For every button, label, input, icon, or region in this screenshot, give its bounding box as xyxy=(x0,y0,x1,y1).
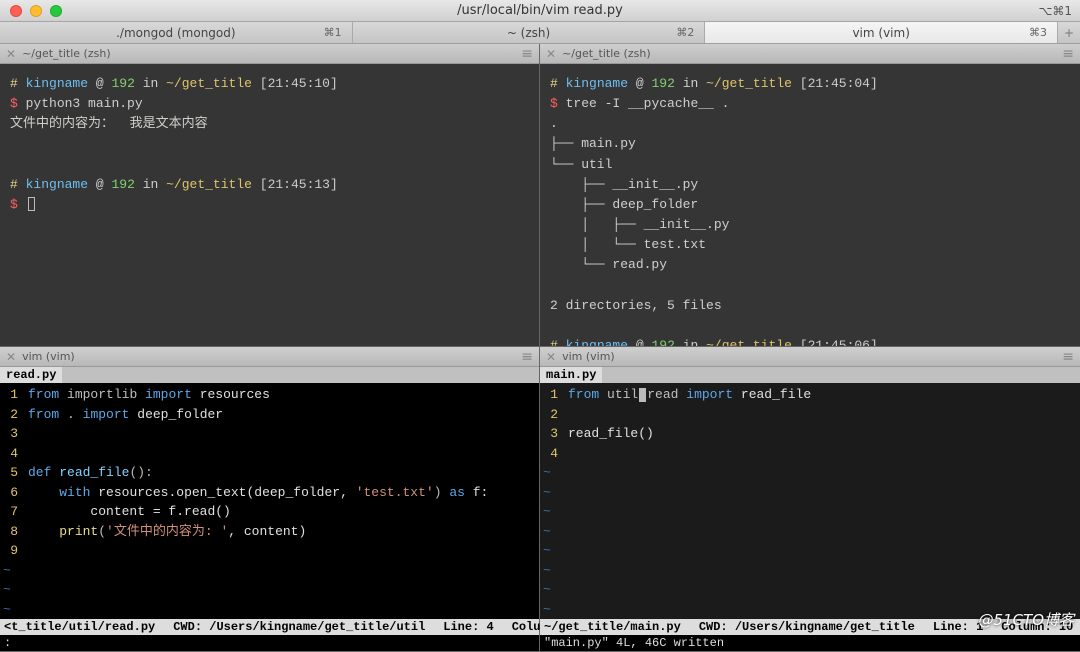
window-title: /usr/local/bin/vim read.py xyxy=(0,3,1080,18)
pane-tab-label[interactable]: ~/get_title (zsh) xyxy=(562,47,651,60)
close-window-button[interactable] xyxy=(10,5,22,17)
close-pane-icon[interactable]: ✕ xyxy=(6,351,16,363)
pane-menu-icon[interactable]: ≡ xyxy=(1062,46,1074,62)
pane-top-left: ✕ ~/get_title (zsh) ≡ # kingname @ 192 i… xyxy=(0,44,540,347)
traffic-lights xyxy=(0,5,62,17)
close-pane-icon[interactable]: ✕ xyxy=(546,48,556,60)
code-area[interactable]: 1from importlib import resources 2from .… xyxy=(0,383,539,619)
vim-tab-active[interactable]: read.py xyxy=(0,367,62,383)
pane-tab-label[interactable]: ~/get_title (zsh) xyxy=(22,47,111,60)
pane-bottom-right: ✕ vim (vim) ≡ main.py 1from utilread imp… xyxy=(540,347,1080,652)
pane-tab-label[interactable]: vim (vim) xyxy=(22,350,75,363)
titlebar-shortcut-badge: ⌥⌘1 xyxy=(1039,4,1072,18)
pane-menu-icon[interactable]: ≡ xyxy=(521,46,533,62)
app-tab-vim[interactable]: vim (vim) ⌘3 xyxy=(705,22,1058,43)
vim-editor[interactable]: read.py 1from importlib import resources… xyxy=(0,367,539,651)
new-tab-button[interactable]: + xyxy=(1058,22,1080,43)
terminal-output[interactable]: # kingname @ 192 in ~/get_title [21:45:0… xyxy=(540,64,1080,346)
pane-bottom-left: ✕ vim (vim) ≡ read.py 1from importlib im… xyxy=(0,347,540,652)
app-tab-label: ./mongod (mongod) xyxy=(116,26,235,40)
app-tab-label: ~ (zsh) xyxy=(507,26,550,40)
pane-top-right: ✕ ~/get_title (zsh) ≡ # kingname @ 192 i… xyxy=(540,44,1080,347)
app-tab-zsh[interactable]: ~ (zsh) ⌘2 xyxy=(353,22,706,43)
vim-tabline: main.py xyxy=(540,367,1080,383)
pane-tabstrip: ✕ vim (vim) ≡ xyxy=(0,347,539,367)
vim-tabline: read.py xyxy=(0,367,539,383)
pane-grid: ✕ ~/get_title (zsh) ≡ # kingname @ 192 i… xyxy=(0,44,1080,614)
terminal-output[interactable]: # kingname @ 192 in ~/get_title [21:45:1… xyxy=(0,64,539,346)
vim-command-line[interactable]: : xyxy=(0,635,539,651)
app-tab-mongod[interactable]: ./mongod (mongod) ⌘1 xyxy=(0,22,353,43)
pane-menu-icon[interactable]: ≡ xyxy=(521,349,533,365)
close-pane-icon[interactable]: ✕ xyxy=(6,48,16,60)
vim-message-line: "main.py" 4L, 46C written xyxy=(540,635,1080,651)
minimize-window-button[interactable] xyxy=(30,5,42,17)
app-tab-shortcut: ⌘1 xyxy=(324,26,342,39)
vim-tab-active[interactable]: main.py xyxy=(540,367,602,383)
pane-tabstrip: ✕ ~/get_title (zsh) ≡ xyxy=(540,44,1080,64)
pane-tabstrip: ✕ ~/get_title (zsh) ≡ xyxy=(0,44,539,64)
code-area[interactable]: 1from utilread import read_file 2 3read_… xyxy=(540,383,1080,619)
pane-tabstrip: ✕ vim (vim) ≡ xyxy=(540,347,1080,367)
app-tab-bar: ./mongod (mongod) ⌘1 ~ (zsh) ⌘2 vim (vim… xyxy=(0,22,1080,44)
cursor-icon xyxy=(28,197,35,211)
close-pane-icon[interactable]: ✕ xyxy=(546,351,556,363)
app-tab-shortcut: ⌘2 xyxy=(676,26,694,39)
pane-menu-icon[interactable]: ≡ xyxy=(1062,349,1074,365)
app-tab-shortcut: ⌘3 xyxy=(1029,26,1047,39)
pane-tab-label[interactable]: vim (vim) xyxy=(562,350,615,363)
app-tab-label: vim (vim) xyxy=(852,26,909,40)
watermark: @51CTO博客 xyxy=(978,609,1074,630)
cursor-icon xyxy=(639,388,646,402)
zoom-window-button[interactable] xyxy=(50,5,62,17)
window-titlebar: /usr/local/bin/vim read.py ⌥⌘1 xyxy=(0,0,1080,22)
